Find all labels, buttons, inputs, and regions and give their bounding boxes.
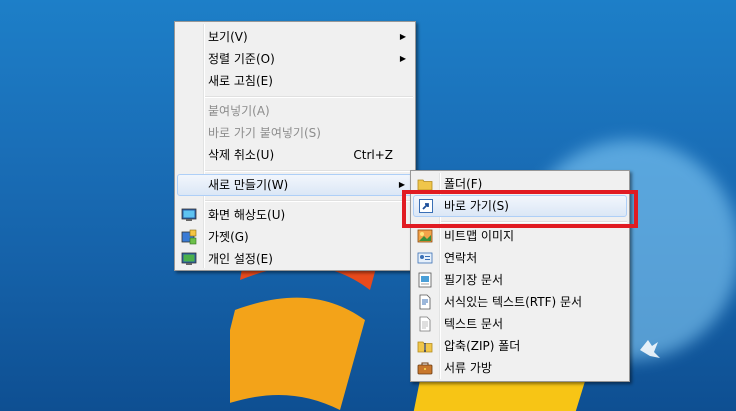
gadgets-icon	[181, 229, 197, 245]
menu-item-shortcut: Ctrl+Z	[353, 148, 393, 162]
menu-item-sort-by[interactable]: 정렬 기준(O) ▶	[177, 48, 413, 70]
menu-item-label: 삭제 취소(U)	[208, 148, 275, 162]
submenu-arrow-icon: ▶	[399, 32, 406, 41]
submenu-item-label: 연락처	[444, 251, 478, 265]
menu-item-personalize[interactable]: 개인 설정(E)	[177, 248, 413, 270]
submenu-item-label: 서류 가방	[444, 361, 492, 375]
menu-separator	[205, 200, 413, 202]
menu-item-paste-shortcut: 바로 가기 붙여넣기(S)	[177, 122, 413, 144]
desktop-context-menu: 보기(V) ▶ 정렬 기준(O) ▶ 새로 고침(E) 붙여넣기(A) 바로 가…	[174, 21, 416, 271]
submenu-item-label: 텍스트 문서	[444, 317, 504, 331]
contact-icon	[417, 252, 433, 264]
submenu-item-label: 비트맵 이미지	[444, 229, 515, 243]
menu-item-label: 정렬 기준(O)	[208, 52, 275, 66]
menu-item-paste: 붙여넣기(A)	[177, 100, 413, 122]
journal-icon	[418, 272, 432, 288]
submenu-item-bitmap[interactable]: 비트맵 이미지	[413, 225, 627, 247]
menu-item-view[interactable]: 보기(V) ▶	[177, 26, 413, 48]
text-document-icon	[419, 316, 431, 332]
briefcase-icon	[417, 362, 433, 375]
submenu-item-label: 압축(ZIP) 폴더	[444, 339, 521, 353]
menu-item-label: 보기(V)	[208, 30, 248, 44]
menu-separator	[205, 170, 413, 172]
menu-item-refresh[interactable]: 새로 고침(E)	[177, 70, 413, 92]
desktop-background[interactable]: 보기(V) ▶ 정렬 기준(O) ▶ 새로 고침(E) 붙여넣기(A) 바로 가…	[0, 0, 736, 411]
menu-item-label: 가젯(G)	[208, 230, 249, 244]
submenu-item-rtf-document[interactable]: 서식있는 텍스트(RTF) 문서	[413, 291, 627, 313]
menu-item-label: 바로 가기 붙여넣기(S)	[208, 126, 321, 140]
zip-folder-icon	[417, 341, 433, 353]
menu-item-screen-resolution[interactable]: 화면 해상도(U)	[177, 204, 413, 226]
menu-separator	[205, 96, 413, 98]
menu-item-new[interactable]: 새로 만들기(W) ▶	[177, 174, 413, 196]
submenu-item-briefcase[interactable]: 서류 가방	[413, 357, 627, 379]
submenu-item-journal[interactable]: 필기장 문서	[413, 269, 627, 291]
personalize-icon	[181, 252, 197, 265]
rtf-document-icon	[419, 294, 431, 310]
menu-item-label: 개인 설정(E)	[208, 252, 273, 266]
submenu-item-text-document[interactable]: 텍스트 문서	[413, 313, 627, 335]
annotation-highlight-box	[402, 190, 638, 228]
submenu-arrow-icon: ▶	[399, 54, 406, 63]
display-resolution-icon	[181, 208, 197, 221]
menu-item-label: 새로 고침(E)	[208, 74, 273, 88]
submenu-item-label: 필기장 문서	[444, 273, 504, 287]
menu-item-gadgets[interactable]: 가젯(G)	[177, 226, 413, 248]
submenu-item-label: 서식있는 텍스트(RTF) 문서	[444, 295, 583, 309]
menu-item-label: 새로 만들기(W)	[208, 178, 289, 192]
menu-item-label: 화면 해상도(U)	[208, 208, 286, 222]
menu-item-label: 붙여넣기(A)	[208, 104, 270, 118]
submenu-item-contact[interactable]: 연락처	[413, 247, 627, 269]
bitmap-icon	[417, 229, 433, 243]
menu-item-undo-delete[interactable]: 삭제 취소(U) Ctrl+Z	[177, 144, 413, 166]
submenu-item-zip-folder[interactable]: 압축(ZIP) 폴더	[413, 335, 627, 357]
